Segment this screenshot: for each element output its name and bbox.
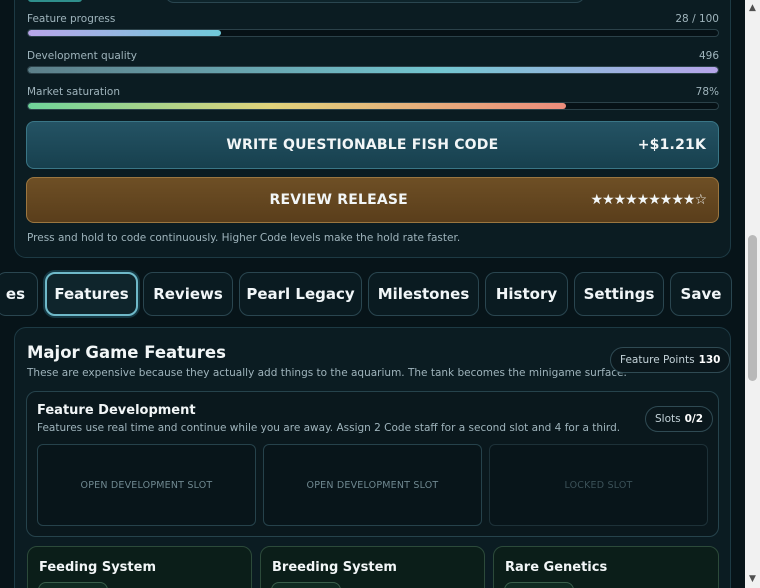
review-release-button[interactable]: REVIEW RELEASE ★★★★★★★★★☆ — [26, 177, 719, 223]
progress-fill — [28, 30, 222, 36]
code-reward: +$1.21K — [637, 137, 706, 153]
tab-milestones[interactable]: Milestones — [368, 272, 479, 316]
feature-card-breeding[interactable]: Breeding System — [260, 546, 485, 588]
partial-bar — [28, 0, 82, 2]
progress-track — [27, 29, 719, 37]
feature-card-title: Feeding System — [39, 560, 156, 575]
tab-settings[interactable]: Settings — [574, 272, 664, 316]
coding-hint: Press and hold to code continuously. Hig… — [27, 232, 461, 244]
slots-badge: Slots 0/2 — [645, 406, 714, 432]
market-track — [27, 102, 719, 110]
tab-history[interactable]: History — [485, 272, 568, 316]
stat-label: Development quality — [27, 50, 137, 62]
features-subtitle: These are expensive because they actuall… — [27, 367, 627, 379]
tab-pearl-legacy[interactable]: Pearl Legacy — [239, 272, 362, 316]
tab-save[interactable]: Save — [670, 272, 732, 316]
stat-label: Market saturation — [27, 86, 120, 98]
feature-points-badge: Feature Points 130 — [610, 347, 731, 373]
scroll-up-icon[interactable]: ▲ — [745, 0, 760, 17]
feature-development-title: Feature Development — [37, 403, 196, 418]
stat-market-saturation: Market saturation 78% — [27, 86, 719, 110]
development-slot-1[interactable]: OPEN DEVELOPMENT SLOT — [37, 444, 256, 526]
feature-development-subtitle: Features use real time and continue whil… — [37, 422, 621, 434]
review-release-label: REVIEW RELEASE — [269, 192, 408, 208]
stat-value: 28 / 100 — [675, 13, 719, 25]
quality-track — [27, 66, 719, 74]
market-fill — [28, 103, 567, 109]
feature-card-feeding[interactable]: Feeding System — [27, 546, 252, 588]
stat-value: 496 — [698, 50, 719, 62]
scroll-down-icon[interactable]: ▼ — [745, 571, 760, 588]
feature-card-title: Breeding System — [272, 560, 397, 575]
write-code-button[interactable]: WRITE QUESTIONABLE FISH CODE +$1.21K — [26, 121, 719, 169]
development-slot-locked: LOCKED SLOT — [489, 444, 708, 526]
stat-label: Feature progress — [27, 13, 116, 25]
development-slot-2[interactable]: OPEN DEVELOPMENT SLOT — [263, 444, 482, 526]
tab-features[interactable]: Features — [45, 272, 138, 316]
game-viewport: Feature progress 28 / 100 Development qu… — [0, 0, 745, 588]
tab-partial[interactable]: es — [0, 272, 38, 316]
tab-reviews[interactable]: Reviews — [143, 272, 233, 316]
scroll-thumb[interactable] — [748, 235, 757, 381]
stat-feature-progress: Feature progress 28 / 100 — [27, 13, 719, 37]
stat-development-quality: Development quality 496 — [27, 50, 719, 74]
quality-fill — [28, 67, 718, 73]
page-scrollbar[interactable]: ▲ ▼ — [745, 0, 760, 588]
feature-card-tag — [271, 582, 341, 588]
write-code-label: WRITE QUESTIONABLE FISH CODE — [226, 137, 499, 153]
feature-card-title: Rare Genetics — [505, 560, 608, 575]
partial-header-element — [165, 0, 585, 3]
review-stars: ★★★★★★★★★☆ — [590, 192, 707, 208]
feature-card-tag — [504, 582, 574, 588]
feature-card-rare-genetics[interactable]: Rare Genetics — [493, 546, 719, 588]
features-title: Major Game Features — [27, 343, 226, 362]
feature-card-tag — [38, 582, 108, 588]
stat-value: 78% — [695, 86, 719, 98]
